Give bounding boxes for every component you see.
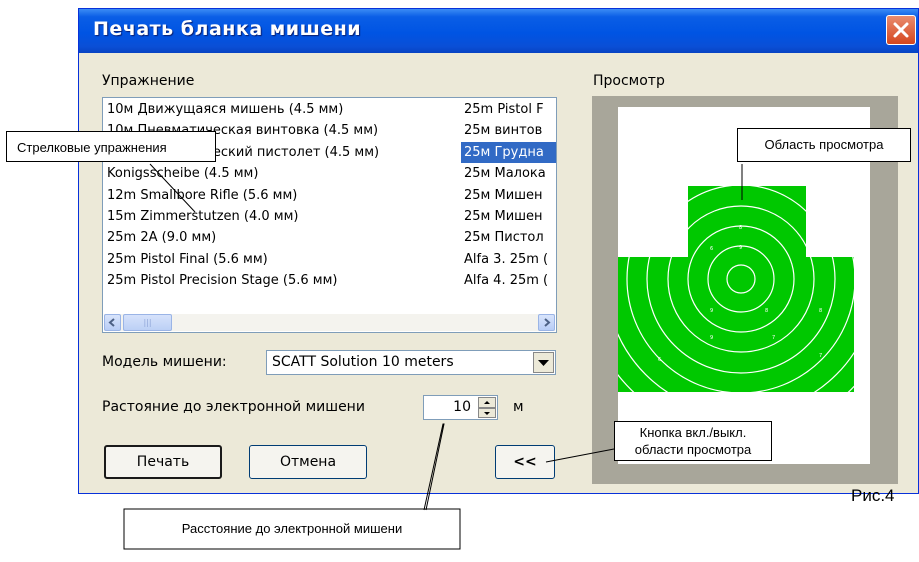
callout-preview-area: Область просмотра [737,128,911,162]
callout-distance: Расстояние до электронной мишени [181,521,403,536]
callout-toggle-line1: Кнопка вкл./выкл. [639,425,747,440]
figure-label: Рис.4 [851,486,895,505]
callout-toggle-preview: Кнопка вкл./выкл. области просмотра [614,421,772,461]
annotation-lines [123,163,743,550]
callout-exercises: Стрелковые упражнения [6,131,216,162]
callout-toggle-line2: области просмотра [634,442,752,457]
